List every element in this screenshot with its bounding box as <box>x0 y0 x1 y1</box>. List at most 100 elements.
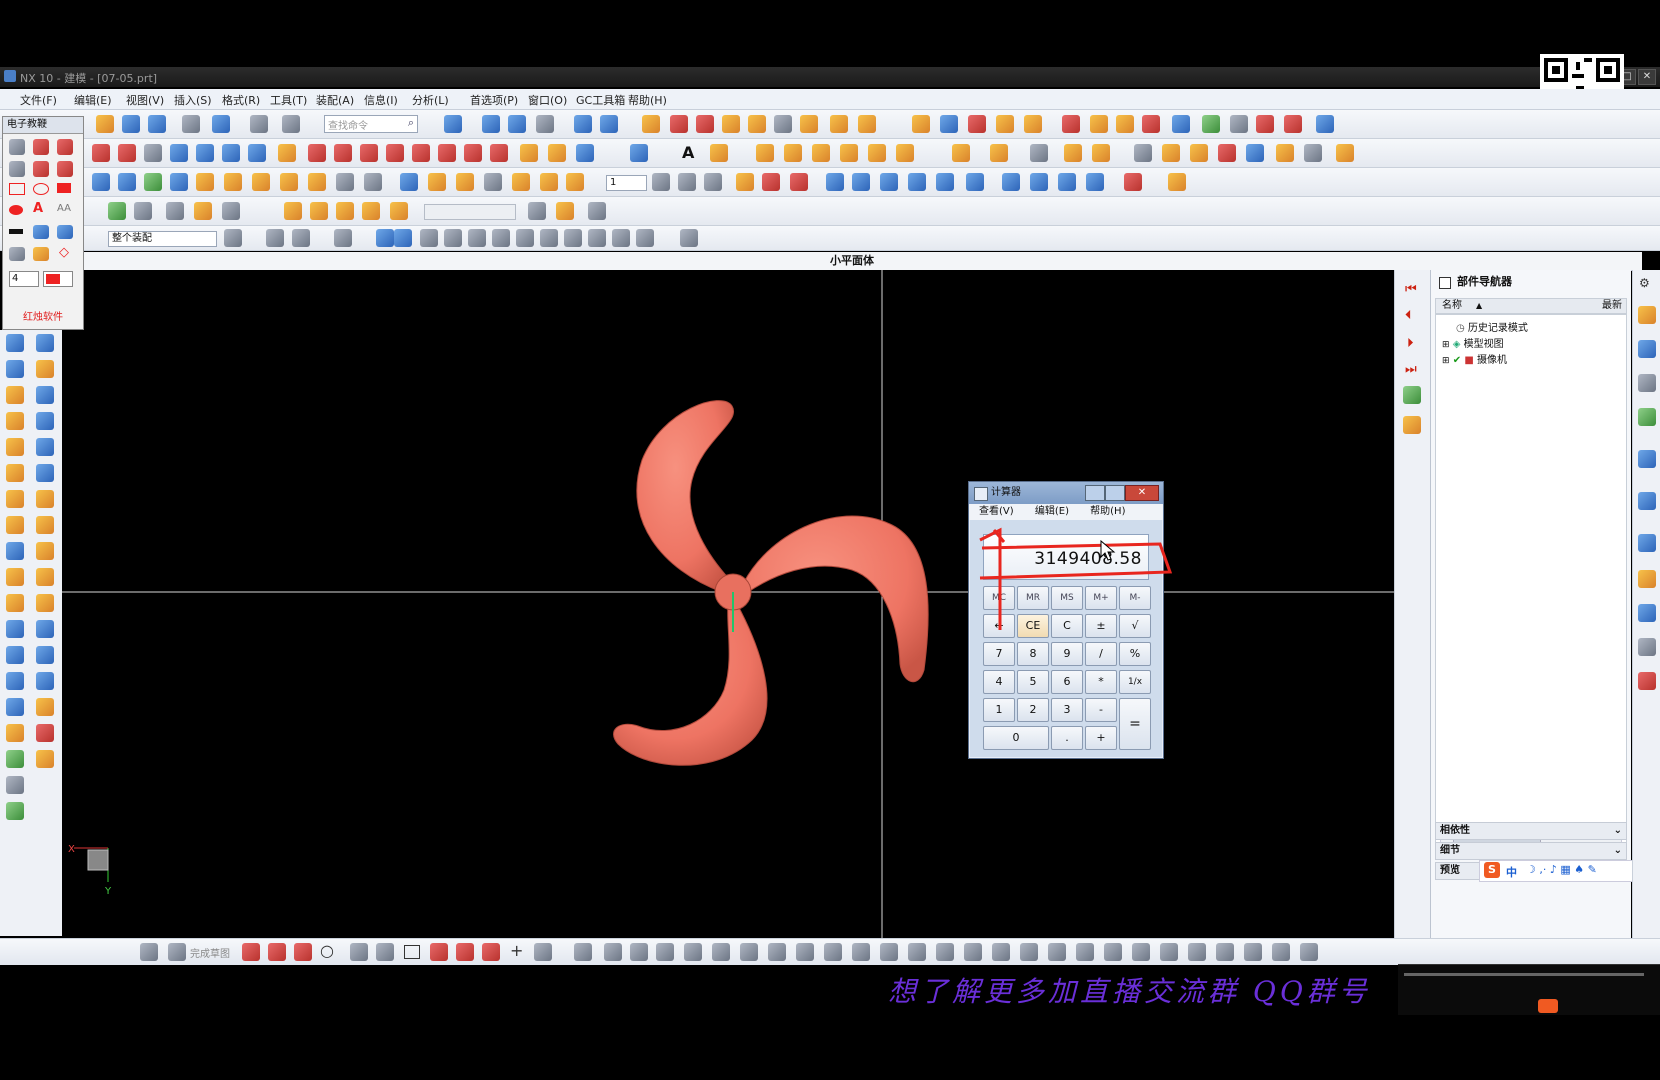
surface-j-icon[interactable] <box>336 173 354 191</box>
feature-9-icon[interactable] <box>1030 144 1048 162</box>
resource-nav-2-icon[interactable] <box>1638 340 1656 358</box>
feature-blend-icon[interactable] <box>6 568 24 586</box>
feature-pocket-icon[interactable] <box>6 438 24 456</box>
surface-h-icon[interactable] <box>280 173 298 191</box>
surface-g-icon[interactable] <box>252 173 270 191</box>
surface-tool-10-icon[interactable] <box>1172 115 1190 133</box>
text-style-icon[interactable]: AA <box>57 203 71 214</box>
sketch-icon[interactable] <box>140 943 158 961</box>
curve-tool-icon[interactable] <box>642 115 660 133</box>
feature-draft-icon[interactable] <box>36 542 54 560</box>
edit-curve-14-icon[interactable] <box>1124 173 1142 191</box>
feature-sphere-icon[interactable] <box>36 386 54 404</box>
marker-icon[interactable] <box>57 139 73 155</box>
intersect-icon[interactable] <box>670 115 688 133</box>
curve-2-icon[interactable] <box>334 144 352 162</box>
column-latest[interactable]: 最新 <box>1602 299 1622 313</box>
sketch-point-icon[interactable] <box>482 943 500 961</box>
calc-key-reciprocal[interactable]: 1/x <box>1119 670 1151 694</box>
menu-info[interactable]: 信息(I) <box>364 92 398 108</box>
feature-7-icon[interactable] <box>952 144 970 162</box>
eraser-icon[interactable] <box>9 139 25 155</box>
surface-n-icon[interactable] <box>456 173 474 191</box>
surface-tool-12-icon[interactable] <box>1256 115 1274 133</box>
surface-tool-13-icon[interactable] <box>1284 115 1302 133</box>
open-folder-icon[interactable] <box>33 247 49 261</box>
edit-curve-8-icon[interactable] <box>936 173 954 191</box>
render-tool-3-icon[interactable] <box>588 202 606 220</box>
assembly-tool-2-icon[interactable] <box>134 202 152 220</box>
chevron-down-icon[interactable]: ⌄ <box>1614 823 1622 839</box>
menu-edit[interactable]: 编辑(E) <box>74 92 112 108</box>
page-icon[interactable] <box>774 115 792 133</box>
pen-size-select[interactable]: 4 <box>9 271 39 287</box>
feature-1-icon[interactable] <box>756 144 774 162</box>
edit-curve-7-icon[interactable] <box>908 173 926 191</box>
render-tool-1-icon[interactable] <box>528 202 546 220</box>
feature-array-icon[interactable] <box>36 516 54 534</box>
feature-8-icon[interactable] <box>990 144 1008 162</box>
feature-subtract-icon[interactable] <box>36 620 54 638</box>
surface-tool-7-icon[interactable] <box>1090 115 1108 133</box>
offset-curve-icon[interactable] <box>830 115 848 133</box>
surface-tool-3-icon[interactable] <box>968 115 986 133</box>
layer-tool-3-icon[interactable] <box>704 173 722 191</box>
curve-8-icon[interactable] <box>490 144 508 162</box>
snap-point-2-icon[interactable] <box>444 229 462 247</box>
calculator-title-bar[interactable]: 计算器 ✕ <box>969 482 1163 504</box>
layer-select[interactable]: 1 <box>606 175 647 191</box>
surface-r-icon[interactable] <box>566 173 584 191</box>
sketch-corner-icon[interactable] <box>684 943 702 961</box>
surface-b-icon[interactable] <box>118 173 136 191</box>
feature-pattern-icon[interactable] <box>36 698 54 716</box>
assembly-filter-select[interactable]: 整个装配 <box>108 231 217 247</box>
pencil-icon[interactable] <box>9 161 25 177</box>
surface-a-icon[interactable] <box>92 173 110 191</box>
calculator-menu-edit[interactable]: 编辑(E) <box>1035 506 1069 517</box>
surface-f-icon[interactable] <box>224 173 242 191</box>
search-icon[interactable]: ⌕ <box>408 116 414 130</box>
snap-point-1-icon[interactable] <box>420 229 438 247</box>
feature-extrude-icon[interactable] <box>6 334 24 352</box>
calc-key-3[interactable]: 3 <box>1051 698 1083 722</box>
rotate-view-icon[interactable] <box>600 115 618 133</box>
delete-icon[interactable] <box>182 115 200 133</box>
select-tool-3-icon[interactable] <box>292 229 310 247</box>
sketch-pattern-icon[interactable] <box>574 943 592 961</box>
edit-curve-12-icon[interactable] <box>1058 173 1076 191</box>
select-tool-5-icon[interactable] <box>376 229 394 247</box>
menu-preferences[interactable]: 首选项(P) <box>470 92 518 108</box>
menu-format[interactable]: 格式(R) <box>222 92 260 108</box>
curve-12-icon[interactable] <box>630 144 648 162</box>
graphics-viewport[interactable]: X Y <box>62 270 1394 938</box>
calc-key-divide[interactable]: / <box>1085 642 1117 666</box>
sketch-tool-o-icon[interactable] <box>1188 943 1206 961</box>
surface-tool-6-icon[interactable] <box>1062 115 1080 133</box>
resource-nav-8-icon[interactable] <box>1638 604 1656 622</box>
layer-tool-1-icon[interactable] <box>652 173 670 191</box>
sketch-arc-icon[interactable] <box>294 943 312 961</box>
sketch-polygon-icon[interactable] <box>430 943 448 961</box>
sort-asc-icon[interactable]: ▲ <box>1476 299 1482 313</box>
rect-filled-icon[interactable] <box>57 183 71 193</box>
curve-3-icon[interactable] <box>360 144 378 162</box>
surface-d-icon[interactable] <box>170 173 188 191</box>
surface-o-icon[interactable] <box>484 173 502 191</box>
ellipse-filled-icon[interactable] <box>9 205 23 215</box>
clear-icon[interactable]: ◇ <box>59 245 69 260</box>
curve-4-icon[interactable] <box>386 144 404 162</box>
resource-nav-3-icon[interactable] <box>1638 374 1656 392</box>
timeline-tool-1-icon[interactable] <box>1403 386 1421 404</box>
calc-key-4[interactable]: 4 <box>983 670 1015 694</box>
resource-nav-6-icon[interactable] <box>1638 492 1656 510</box>
wireframe-cube-icon[interactable] <box>536 115 554 133</box>
sketch-tool-n-icon[interactable] <box>1160 943 1178 961</box>
sketch-line-icon[interactable] <box>268 943 286 961</box>
feature-scale-icon[interactable] <box>36 672 54 690</box>
feature-trim-icon[interactable] <box>6 594 24 612</box>
xyz-icon[interactable] <box>196 144 214 162</box>
resource-nav-1-icon[interactable] <box>1638 306 1656 324</box>
snap-point-5-icon[interactable] <box>516 229 534 247</box>
curve-1-icon[interactable] <box>308 144 326 162</box>
sketch-tool-m-icon[interactable] <box>1132 943 1150 961</box>
